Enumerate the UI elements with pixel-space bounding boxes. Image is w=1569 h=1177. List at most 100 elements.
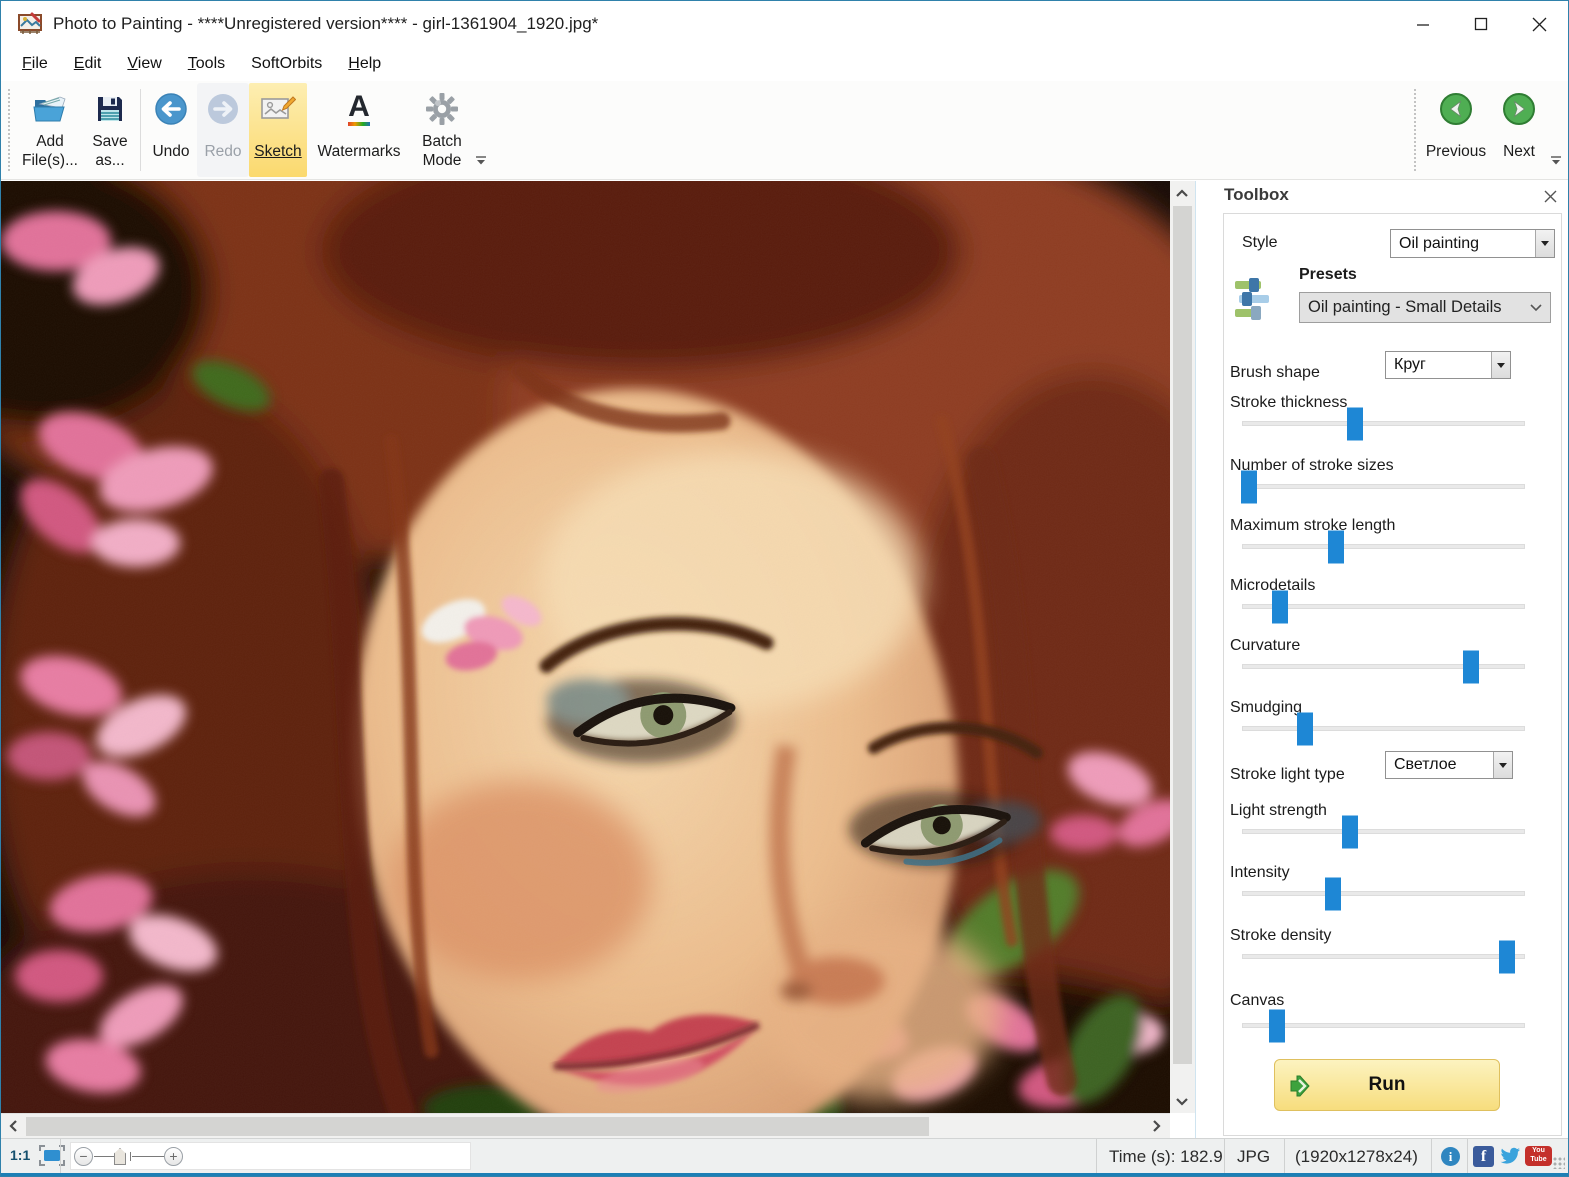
scroll-down-arrow[interactable] [1172,1091,1192,1111]
next-button[interactable]: Next [1490,83,1548,177]
zoom-slider-thumb[interactable] [114,1148,126,1165]
maximize-icon [1474,17,1488,31]
batch-mode-button[interactable]: Batch Mode [411,83,473,177]
menu-view[interactable]: View [114,51,174,77]
watermarks-button[interactable]: A Watermarks [307,83,411,177]
menu-softorbits[interactable]: SoftOrbits [238,51,335,77]
slider-thumb[interactable] [1499,940,1515,973]
stroke-light-type-dropdown[interactable]: Светлое [1385,751,1513,779]
scroll-up-arrow[interactable] [1172,183,1192,203]
horizontal-scrollbar[interactable] [1,1113,1170,1138]
toolbar-drag-grip[interactable] [8,89,13,171]
stroke-thickness-slider[interactable] [1242,421,1525,426]
divider [1431,1139,1432,1173]
intensity-slider[interactable] [1242,891,1525,896]
floppy-disk-icon [95,94,125,124]
minimize-icon [1416,17,1430,31]
toolbox-panel: Toolbox Style Oil painting Presets Oil p… [1195,181,1569,1138]
slider-thumb[interactable] [1272,590,1288,623]
redo-icon [206,92,240,126]
run-arrow-icon [1289,1075,1319,1097]
zoom-slider-track[interactable] [94,1156,114,1157]
status-bar: 1:1 − + Time (s): 182.9 JPG (1920x1278x2… [1,1138,1568,1173]
actual-size-button[interactable]: 1:1 [10,1147,30,1163]
previous-button[interactable]: Previous [1422,83,1490,177]
maximum-stroke-length-slider[interactable] [1242,544,1525,549]
vertical-scrollbar[interactable] [1170,181,1195,1113]
zoom-in-button[interactable]: + [164,1147,183,1166]
presets-dropdown[interactable]: Oil painting - Small Details [1299,292,1551,323]
canvas-slider[interactable] [1242,1023,1525,1028]
slider-thumb[interactable] [1241,470,1257,503]
smudging-slider[interactable] [1242,726,1525,731]
stroke-density-label: Stroke density [1230,927,1331,945]
slider-thumb[interactable] [1463,650,1479,683]
menu-help[interactable]: Help [335,51,394,77]
slider-thumb[interactable] [1325,877,1341,910]
sketch-button[interactable]: Sketch [249,83,307,177]
light-strength-slider[interactable] [1242,829,1525,834]
divider [1224,1139,1225,1173]
gear-icon [424,91,460,127]
processing-time: Time (s): 182.9 [1109,1139,1223,1174]
image-canvas[interactable] [1,181,1170,1113]
info-button[interactable]: i [1441,1147,1460,1166]
chevron-down-icon [1522,304,1550,312]
presets-sliders-icon [1233,276,1273,321]
menu-tools[interactable]: Tools [175,51,238,77]
vertical-scroll-thumb[interactable] [1173,206,1192,1064]
facebook-icon[interactable]: f [1473,1146,1494,1167]
undo-button[interactable]: Undo [145,83,197,177]
fit-to-screen-button[interactable] [39,1145,65,1166]
dropdown-arrow-icon [1491,352,1510,378]
light-strength-label: Light strength [1230,802,1327,820]
style-label: Style [1242,234,1278,252]
maximize-button[interactable] [1452,1,1510,47]
toolbar-spacer [493,83,1411,177]
toolbox-close-button[interactable] [1541,187,1559,205]
menu-file[interactable]: File [9,51,61,77]
run-button[interactable]: Run [1274,1059,1500,1111]
scroll-right-arrow[interactable] [1146,1116,1166,1136]
curvature-label: Curvature [1230,637,1300,655]
slider-thumb[interactable] [1297,712,1313,745]
toolbar-drag-grip-right[interactable] [1414,89,1419,171]
minimize-button[interactable] [1394,1,1452,47]
toolbar-overflow-chevron-right[interactable] [1550,153,1562,171]
app-icon [17,11,43,37]
maximum-stroke-length-label: Maximum stroke length [1230,517,1395,535]
number-of-stroke-sizes-slider[interactable] [1242,484,1525,489]
watermark-letter-icon: A [348,92,370,126]
divider [1096,1139,1097,1173]
scroll-left-arrow[interactable] [3,1116,23,1136]
open-folder-icon [32,94,68,124]
horizontal-scroll-thumb[interactable] [26,1117,929,1136]
twitter-icon[interactable] [1500,1147,1521,1165]
add-files-button[interactable]: Add File(s)... [16,83,84,177]
canvas-label: Canvas [1230,992,1284,1010]
stroke-density-slider[interactable] [1242,954,1525,959]
brush-shape-dropdown[interactable]: Круг [1385,351,1511,379]
curvature-slider[interactable] [1242,664,1525,669]
toolbar-separator [140,89,141,171]
youtube-icon[interactable]: You Tube [1525,1146,1552,1166]
title-bar: Photo to Painting - ****Unregistered ver… [1,1,1568,47]
window-resize-grip[interactable] [1553,1157,1565,1169]
divider [1284,1139,1285,1173]
zoom-out-button[interactable]: − [74,1147,93,1166]
redo-button[interactable]: Redo [197,83,249,177]
toolbar-overflow-chevron[interactable] [475,153,487,171]
slider-thumb[interactable] [1347,407,1363,440]
slider-thumb[interactable] [1328,530,1344,563]
microdetails-slider[interactable] [1242,604,1525,609]
close-button[interactable] [1510,1,1568,47]
toolbar: Add File(s)... Save as... Undo [1,81,1568,180]
save-as-button[interactable]: Save as... [84,83,136,177]
intensity-label: Intensity [1230,864,1290,882]
style-dropdown[interactable]: Oil painting [1390,229,1555,258]
slider-thumb[interactable] [1342,815,1358,848]
zoom-slider-track[interactable] [132,1156,164,1157]
slider-thumb[interactable] [1269,1009,1285,1042]
menu-edit[interactable]: Edit [61,51,115,77]
close-icon [1544,190,1557,203]
